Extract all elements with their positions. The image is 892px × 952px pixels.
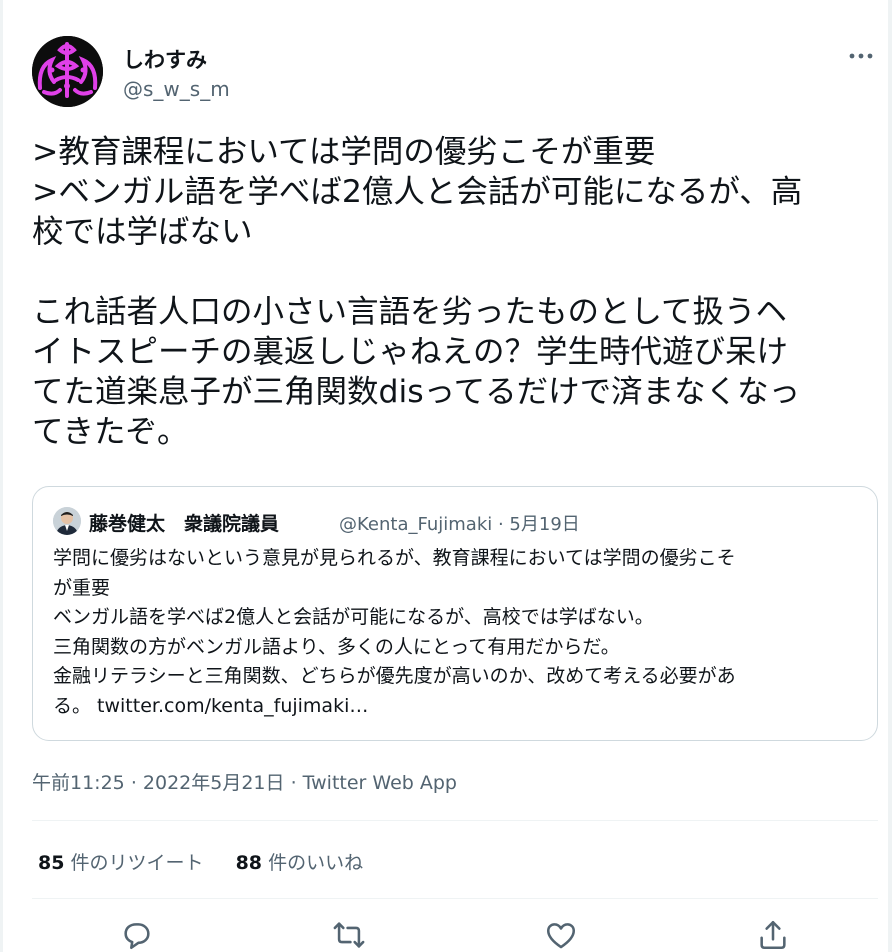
retweets-stat[interactable]: 85 件のリツイート — [38, 848, 204, 875]
share-button[interactable] — [756, 918, 790, 952]
timestamp-separator: · — [130, 772, 143, 794]
more-options-button[interactable] — [844, 44, 878, 68]
tweet-timestamp: 午前11:25 · 2022年5月21日 · Twitter Web App — [32, 768, 457, 795]
left-border — [0, 0, 3, 952]
person-portrait-image — [53, 507, 81, 535]
tweet-time[interactable]: 午前11:25 — [32, 772, 125, 794]
tweet-actions-bar — [32, 912, 878, 952]
quoted-handle-date: @Kenta_Fujimaki · 5月19日 — [339, 514, 580, 535]
like-button[interactable] — [544, 918, 578, 952]
tweet-client[interactable]: Twitter Web App — [303, 772, 457, 794]
divider — [32, 898, 878, 899]
likes-label: 件のいいね — [268, 852, 364, 874]
share-icon — [760, 920, 786, 950]
author-display-name[interactable]: しわすみ — [123, 44, 207, 74]
quoted-author-avatar — [53, 507, 81, 535]
likes-count: 88 — [235, 852, 263, 874]
tweet-header: しわすみ @s_w_s_m — [32, 36, 878, 108]
quoted-tweet-card[interactable]: 藤巻健太 衆議院議員 @Kenta_Fujimaki · 5月19日 学問に優劣… — [32, 486, 878, 741]
more-horizontal-icon — [849, 53, 873, 59]
retweets-label: 件のリツイート — [70, 852, 204, 874]
tweet-stats: 85 件のリツイート 88 件のいいね — [38, 848, 389, 875]
retweet-button[interactable] — [332, 918, 366, 952]
right-border — [888, 0, 892, 952]
retweet-icon — [333, 922, 365, 948]
tweet-body-text: >教育課程においては学問の優劣こそが重要 >ベンガル語を学べば2億人と会話が可能… — [32, 134, 803, 450]
heart-icon — [546, 923, 576, 949]
avatar-emblem-image — [32, 36, 103, 107]
tweet-date[interactable]: 2022年5月21日 — [143, 772, 285, 794]
reply-button[interactable] — [120, 918, 154, 952]
likes-stat[interactable]: 88 件のいいね — [236, 848, 364, 875]
author-avatar[interactable] — [32, 36, 103, 107]
divider — [32, 820, 878, 821]
quoted-author-name: 藤巻健太 衆議院議員 — [89, 513, 280, 535]
reply-icon — [124, 923, 150, 950]
retweets-count: 85 — [38, 852, 65, 874]
quoted-tweet-text: 学問に優劣はないという意見が見られるが、教育課程においては学問の優劣こそ が重要… — [53, 547, 736, 717]
timestamp-separator: · — [290, 772, 303, 794]
author-handle[interactable]: @s_w_s_m — [123, 77, 230, 101]
